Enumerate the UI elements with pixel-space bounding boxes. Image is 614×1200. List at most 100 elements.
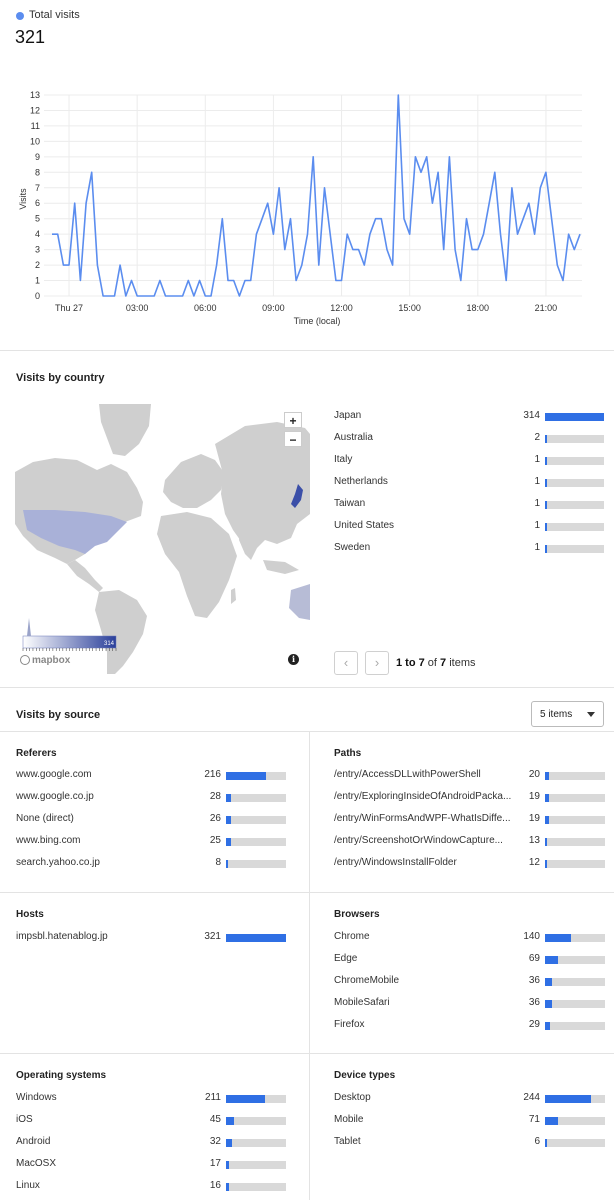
chart-y-ticks: 012345678910111213 bbox=[30, 90, 40, 301]
browser-row[interactable]: Edge 69 bbox=[334, 953, 606, 967]
path-row-label: /entry/ExploringInsideOfAndroidPacka... bbox=[334, 791, 512, 802]
country-row[interactable]: Japan 314 bbox=[334, 410, 606, 424]
chart-y-tick-label: 6 bbox=[35, 198, 40, 208]
country-row[interactable]: Sweden 1 bbox=[334, 542, 606, 556]
chart-y-tick-label: 1 bbox=[35, 276, 40, 286]
map-zoom-out-button[interactable]: − bbox=[284, 431, 302, 447]
path-row[interactable]: /entry/WinFormsAndWPF-WhatIsDiffe... 19 bbox=[334, 813, 606, 827]
country-row[interactable]: Taiwan 1 bbox=[334, 498, 606, 512]
country-row-label: Netherlands bbox=[334, 476, 388, 487]
browser-row-bar-fill bbox=[545, 1000, 552, 1008]
os-row[interactable]: Windows 211 bbox=[16, 1092, 288, 1106]
device-row[interactable]: Tablet 6 bbox=[334, 1136, 606, 1150]
pager-prev-button[interactable]: ‹ bbox=[334, 651, 358, 675]
host-row[interactable]: impsbl.hatenablog.jp 321 bbox=[16, 931, 288, 945]
chart-x-ticks: Thu 27 03:00 06:00 09:00 12:00 15:00 18:00 21:0… bbox=[55, 303, 557, 313]
os-row[interactable]: iOS 45 bbox=[16, 1114, 288, 1128]
path-row[interactable]: /entry/WindowsInstallFolder 12 bbox=[334, 857, 606, 871]
referer-row-bar-fill bbox=[226, 794, 232, 802]
referer-row[interactable]: None (direct) 26 bbox=[16, 813, 288, 827]
device-row[interactable]: Mobile 71 bbox=[334, 1114, 606, 1128]
browser-row[interactable]: Firefox 29 bbox=[334, 1019, 606, 1033]
country-row[interactable]: Netherlands 1 bbox=[334, 476, 606, 490]
country-row-bar-fill bbox=[545, 501, 547, 509]
os-row[interactable]: Linux 16 bbox=[16, 1180, 288, 1194]
os-row[interactable]: Android 32 bbox=[16, 1136, 288, 1150]
referer-row[interactable]: search.yahoo.co.jp 8 bbox=[16, 857, 288, 871]
browser-row-value: 36 bbox=[528, 997, 540, 1008]
browser-row[interactable]: Chrome 140 bbox=[334, 931, 606, 945]
path-row-label: /entry/ScreenshotOrWindowCapture... bbox=[334, 835, 503, 846]
path-row[interactable]: /entry/AccessDLLwithPowerShell 20 bbox=[334, 769, 606, 783]
chart-series-line bbox=[52, 94, 581, 297]
country-row-value: 1 bbox=[534, 542, 540, 553]
browser-row[interactable]: ChromeMobile 36 bbox=[334, 975, 606, 989]
world-map[interactable]: 314 + − mapbox i bbox=[15, 404, 310, 674]
host-row-value: 321 bbox=[204, 931, 221, 942]
path-row[interactable]: /entry/ScreenshotOrWindowCapture... 13 bbox=[334, 835, 606, 849]
os-row-bar bbox=[226, 1139, 286, 1147]
country-row-bar bbox=[545, 479, 604, 487]
chart-y-axis-label: Visits bbox=[18, 188, 28, 210]
chart-grid bbox=[44, 94, 582, 297]
country-row[interactable]: Italy 1 bbox=[334, 454, 606, 468]
country-row[interactable]: United States 1 bbox=[334, 520, 606, 534]
path-row[interactable]: /entry/ExploringInsideOfAndroidPacka... 1… bbox=[334, 791, 606, 805]
map-info-icon[interactable]: i bbox=[288, 654, 299, 665]
os-title: Operating systems bbox=[16, 1070, 107, 1081]
divider bbox=[0, 731, 614, 732]
chart-x-tick-label: 03:00 bbox=[126, 303, 149, 313]
path-row-value: 20 bbox=[528, 769, 540, 780]
browser-row-bar bbox=[545, 978, 605, 986]
referer-row-value: 28 bbox=[209, 791, 221, 802]
country-row[interactable]: Australia 2 bbox=[334, 432, 606, 446]
chart-y-tick-label: 8 bbox=[35, 167, 40, 177]
chart-y-tick-label: 10 bbox=[30, 136, 40, 146]
device-row-bar bbox=[545, 1117, 605, 1125]
referer-row-bar-fill bbox=[226, 860, 228, 868]
path-row-bar-fill bbox=[545, 838, 548, 846]
referer-row[interactable]: www.google.co.jp 28 bbox=[16, 791, 288, 805]
os-row-label: Android bbox=[16, 1136, 51, 1147]
chevron-right-icon: › bbox=[374, 655, 380, 670]
browser-row-bar-fill bbox=[545, 1022, 551, 1030]
map-madagascar bbox=[231, 588, 236, 604]
country-row-bar bbox=[545, 545, 604, 553]
items-count-select-value: 5 items bbox=[540, 709, 573, 720]
pager-range: 1 to 7 bbox=[396, 657, 425, 669]
referer-row-value: 8 bbox=[215, 857, 221, 868]
os-row-bar bbox=[226, 1117, 286, 1125]
path-row-bar bbox=[545, 816, 605, 824]
referer-row-label: search.yahoo.co.jp bbox=[16, 857, 100, 868]
browser-row-bar bbox=[545, 934, 605, 942]
path-row-bar-fill bbox=[545, 772, 549, 780]
map-greenland bbox=[99, 404, 151, 456]
device-row[interactable]: Desktop 244 bbox=[334, 1092, 606, 1106]
path-row-label: /entry/AccessDLLwithPowerShell bbox=[334, 769, 481, 780]
path-row-value: 12 bbox=[528, 857, 540, 868]
country-row-bar bbox=[545, 523, 604, 531]
country-row-value: 314 bbox=[523, 410, 540, 421]
os-row-bar-fill bbox=[226, 1161, 230, 1169]
os-row[interactable]: MacOSX 17 bbox=[16, 1158, 288, 1172]
map-color-scale-ticks bbox=[22, 648, 117, 651]
browser-row[interactable]: MobileSafari 36 bbox=[334, 997, 606, 1011]
country-row-bar-fill bbox=[545, 435, 547, 443]
host-row-label: impsbl.hatenablog.jp bbox=[16, 931, 108, 942]
chart-y-tick-label: 3 bbox=[35, 245, 40, 255]
referer-row[interactable]: www.google.com 216 bbox=[16, 769, 288, 783]
mapbox-logo-icon bbox=[20, 655, 30, 665]
mapbox-logo[interactable]: mapbox bbox=[20, 655, 70, 666]
referer-row-value: 26 bbox=[209, 813, 221, 824]
device-row-label: Desktop bbox=[334, 1092, 371, 1103]
chart-y-tick-label: 5 bbox=[35, 214, 40, 224]
map-zoom-in-button[interactable]: + bbox=[284, 412, 302, 428]
items-count-select[interactable]: 5 items bbox=[531, 701, 604, 727]
pager-next-button[interactable]: › bbox=[365, 651, 389, 675]
chart-x-axis-label: Time (local) bbox=[294, 316, 341, 326]
path-row-bar bbox=[545, 794, 605, 802]
browser-row-bar bbox=[545, 956, 605, 964]
country-row-label: Japan bbox=[334, 410, 362, 421]
referer-row[interactable]: www.bing.com 25 bbox=[16, 835, 288, 849]
browser-row-label: MobileSafari bbox=[334, 997, 390, 1008]
